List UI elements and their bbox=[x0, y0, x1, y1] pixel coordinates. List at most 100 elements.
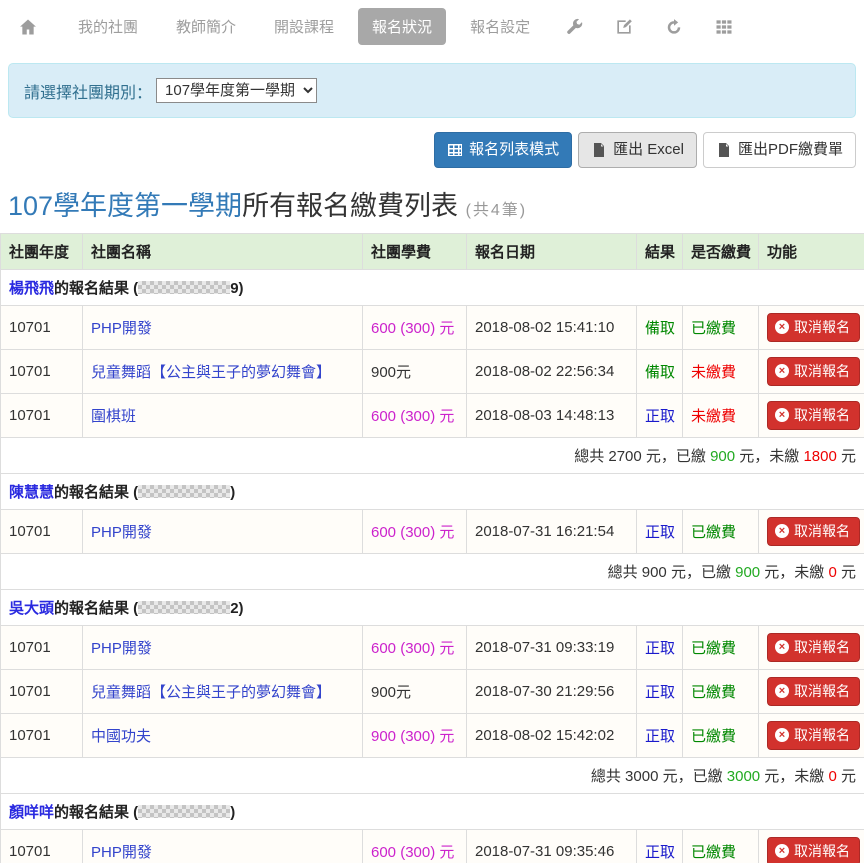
registration-row: 10701PHP開發600 (300) 元2018-07-31 09:33:19… bbox=[1, 626, 864, 670]
home-icon[interactable] bbox=[18, 17, 38, 37]
cell-actions: ×取消報名 bbox=[759, 714, 864, 758]
group-header-row: 楊飛飛的報名結果 (9) bbox=[1, 270, 864, 306]
group-summary-row: 總共 900 元，已繳 900 元，未繳 0 元 bbox=[1, 554, 864, 590]
registration-row: 10701圍棋班600 (300) 元2018-08-03 14:48:13正取… bbox=[1, 394, 864, 438]
page-title: 107學年度第一學期所有報名繳費列表 (共4筆) bbox=[8, 184, 856, 223]
nav-item-courses[interactable]: 開設課程 bbox=[260, 8, 348, 45]
export-excel-button[interactable]: 匯出 Excel bbox=[578, 132, 697, 168]
cancel-registration-button[interactable]: ×取消報名 bbox=[767, 517, 860, 546]
registration-table: 社團年度 社團名稱 社團學費 報名日期 結果 是否繳費 功能 楊飛飛的報名結果 … bbox=[0, 233, 864, 863]
group-header-row: 顏咩咩的報名結果 () bbox=[1, 794, 864, 830]
cell-paid-status: 已繳費 bbox=[683, 830, 759, 863]
cancel-x-icon: × bbox=[775, 364, 789, 378]
cell-club-year: 10701 bbox=[1, 626, 83, 670]
cell-actions: × 取消報名 bbox=[759, 670, 864, 714]
header-club-fee: 社團學費 bbox=[363, 234, 467, 270]
nav-item-teacher-intro[interactable]: 教師簡介 bbox=[162, 8, 250, 45]
person-name-link[interactable]: 楊飛飛 bbox=[9, 280, 54, 297]
group-header-cell: 顏咩咩的報名結果 () bbox=[1, 794, 864, 830]
export-pdf-label: 匯出PDF繳費單 bbox=[738, 140, 843, 160]
cancel-x-icon: × bbox=[775, 684, 789, 698]
cancel-registration-button[interactable]: ×取消報名 bbox=[767, 633, 860, 662]
cell-club-fee: 600 (300) 元 bbox=[363, 830, 467, 863]
header-actions: 功能 bbox=[759, 234, 864, 270]
club-name-link[interactable]: PHP開發 bbox=[91, 640, 152, 657]
registration-row: 10701PHP開發600 (300) 元2018-07-31 16:21:54… bbox=[1, 510, 864, 554]
club-name-link[interactable]: 圍棋班 bbox=[91, 408, 136, 425]
club-name-link[interactable]: PHP開發 bbox=[91, 320, 152, 337]
cell-actions: × 取消報名 bbox=[759, 350, 864, 394]
club-name-link[interactable]: 兒童舞蹈【公主與王子的夢幻舞會】 bbox=[91, 364, 331, 381]
cell-paid-status: 已繳費 bbox=[683, 670, 759, 714]
nav-item-registration-settings[interactable]: 報名設定 bbox=[456, 8, 544, 45]
person-name-link[interactable]: 顏咩咩 bbox=[9, 804, 54, 821]
cancel-registration-button[interactable]: ×取消報名 bbox=[767, 721, 860, 750]
cell-actions: ×取消報名 bbox=[759, 830, 864, 863]
page-title-rest: 所有報名繳費列表 bbox=[242, 191, 458, 221]
club-name-link[interactable]: 中國功夫 bbox=[91, 728, 151, 745]
header-club-year: 社團年度 bbox=[1, 234, 83, 270]
masked-id bbox=[138, 485, 230, 498]
cell-reg-date: 2018-07-31 09:35:46 bbox=[467, 830, 637, 863]
cancel-registration-button[interactable]: × 取消報名 bbox=[767, 677, 860, 706]
cell-club-name: PHP開發 bbox=[83, 626, 363, 670]
list-mode-label: 報名列表模式 bbox=[469, 140, 559, 160]
cancel-label: 取消報名 bbox=[794, 681, 850, 701]
refresh-icon[interactable] bbox=[664, 17, 684, 37]
group-summary-cell: 總共 3000 元，已繳 3000 元，未繳 0 元 bbox=[1, 758, 864, 794]
cancel-registration-button[interactable]: ×取消報名 bbox=[767, 837, 860, 863]
header-reg-date: 報名日期 bbox=[467, 234, 637, 270]
registration-row: 10701中國功夫900 (300) 元2018-08-02 15:42:02正… bbox=[1, 714, 864, 758]
masked-id bbox=[138, 601, 230, 614]
cell-club-name: PHP開發 bbox=[83, 306, 363, 350]
list-mode-button[interactable]: 報名列表模式 bbox=[434, 132, 572, 168]
person-name-link[interactable]: 吳大頭 bbox=[9, 600, 54, 617]
cell-club-year: 10701 bbox=[1, 306, 83, 350]
cell-club-year: 10701 bbox=[1, 714, 83, 758]
cell-reg-date: 2018-08-02 15:42:02 bbox=[467, 714, 637, 758]
term-filter-panel: 請選擇社團期別： 107學年度第一學期 bbox=[8, 63, 856, 118]
grid-icon[interactable] bbox=[714, 17, 734, 37]
cancel-label: 取消報名 bbox=[794, 521, 850, 541]
cell-reg-date: 2018-07-31 16:21:54 bbox=[467, 510, 637, 554]
club-name-link[interactable]: 兒童舞蹈【公主與王子的夢幻舞會】 bbox=[91, 684, 331, 701]
registration-row: 10701PHP開發600 (300) 元2018-07-31 09:35:46… bbox=[1, 830, 864, 863]
cell-club-name: PHP開發 bbox=[83, 830, 363, 863]
cell-club-fee: 900元 bbox=[363, 670, 467, 714]
cell-club-fee: 600 (300) 元 bbox=[363, 306, 467, 350]
group-header-row: 吳大頭的報名結果 (2) bbox=[1, 590, 864, 626]
masked-id bbox=[138, 281, 230, 294]
cell-reg-date: 2018-08-02 22:56:34 bbox=[467, 350, 637, 394]
table-header-row: 社團年度 社團名稱 社團學費 報名日期 結果 是否繳費 功能 bbox=[1, 234, 864, 270]
header-club-name: 社團名稱 bbox=[83, 234, 363, 270]
cancel-label: 取消報名 bbox=[794, 361, 850, 381]
group-summary-row: 總共 2700 元，已繳 900 元，未繳 1800 元 bbox=[1, 438, 864, 474]
edit-icon[interactable] bbox=[614, 17, 634, 37]
cancel-registration-button[interactable]: ×取消報名 bbox=[767, 313, 860, 342]
page-title-count: (共4筆) bbox=[466, 202, 528, 219]
cell-paid-status: 已繳費 bbox=[683, 714, 759, 758]
group-summary-cell: 總共 900 元，已繳 900 元，未繳 0 元 bbox=[1, 554, 864, 590]
cell-club-year: 10701 bbox=[1, 350, 83, 394]
cancel-label: 取消報名 bbox=[794, 317, 850, 337]
term-select[interactable]: 107學年度第一學期 bbox=[156, 78, 317, 103]
page-title-term: 107學年度第一學期 bbox=[8, 191, 242, 221]
wrench-icon[interactable] bbox=[564, 17, 584, 37]
nav-item-registration-status[interactable]: 報名狀況 bbox=[358, 8, 446, 45]
nav-item-my-clubs[interactable]: 我的社團 bbox=[64, 8, 152, 45]
person-name-link[interactable]: 陳慧慧 bbox=[9, 484, 54, 501]
club-name-link[interactable]: PHP開發 bbox=[91, 524, 152, 541]
cell-club-name: 中國功夫 bbox=[83, 714, 363, 758]
cancel-label: 取消報名 bbox=[794, 725, 850, 745]
cell-result: 備取 bbox=[637, 350, 683, 394]
cancel-registration-button[interactable]: × 取消報名 bbox=[767, 357, 860, 386]
group-header-cell: 楊飛飛的報名結果 (9) bbox=[1, 270, 864, 306]
cell-result: 正取 bbox=[637, 510, 683, 554]
toolbar: 報名列表模式 匯出 Excel 匯出PDF繳費單 bbox=[8, 132, 856, 168]
club-name-link[interactable]: PHP開發 bbox=[91, 844, 152, 861]
cancel-registration-button[interactable]: ×取消報名 bbox=[767, 401, 860, 430]
cell-club-name: 圍棋班 bbox=[83, 394, 363, 438]
cancel-x-icon: × bbox=[775, 844, 789, 858]
export-pdf-button[interactable]: 匯出PDF繳費單 bbox=[703, 132, 856, 168]
registration-row: 10701PHP開發600 (300) 元2018-08-02 15:41:10… bbox=[1, 306, 864, 350]
